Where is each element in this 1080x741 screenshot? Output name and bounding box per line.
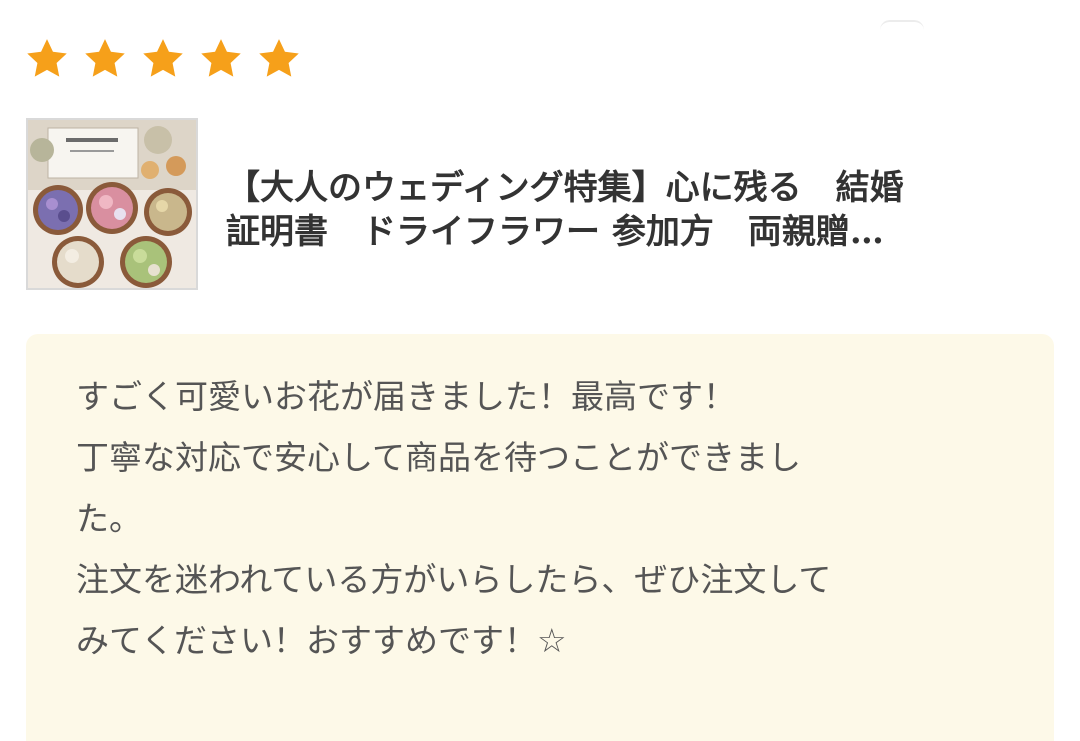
- product-photo-dried-flowers: [28, 120, 196, 288]
- product-title[interactable]: 【大人のウェディング特集】心に残る 結婚 証明書 ドライフラワー 参加方 両親贈…: [226, 166, 1046, 254]
- review-line: た。: [76, 499, 142, 538]
- product-thumbnail[interactable]: [26, 118, 198, 290]
- star-icon: [143, 39, 183, 77]
- review-text: すごく可愛いお花が届きました！最高です！ 丁寧な対応で安心して商品を待つことがで…: [76, 366, 1006, 671]
- review-line: 丁寧な対応で安心して商品を待つことができまし: [76, 438, 802, 477]
- product-title-line: 証明書 ドライフラワー 参加方 両親贈…: [226, 212, 884, 252]
- star-icon: [201, 39, 241, 77]
- review-line: みてください！おすすめです！☆: [76, 621, 567, 660]
- star-icon: [85, 39, 125, 77]
- review-line: すごく可愛いお花が届きました！最高です！: [76, 377, 736, 416]
- product-title-line: 【大人のウェディング特集】心に残る 結婚: [226, 168, 904, 208]
- star-rating: [24, 36, 302, 88]
- review-line: 注文を迷われている方がいらしたら、ぜひ注文して: [76, 560, 832, 599]
- decorative-arc: [880, 20, 924, 30]
- star-icon: [259, 39, 299, 77]
- product-link[interactable]: 【大人のウェディング特集】心に残る 結婚 証明書 ドライフラワー 参加方 両親贈…: [26, 118, 1066, 290]
- star-icon: [27, 39, 67, 77]
- review-comment-box: すごく可愛いお花が届きました！最高です！ 丁寧な対応で安心して商品を待つことがで…: [26, 334, 1054, 741]
